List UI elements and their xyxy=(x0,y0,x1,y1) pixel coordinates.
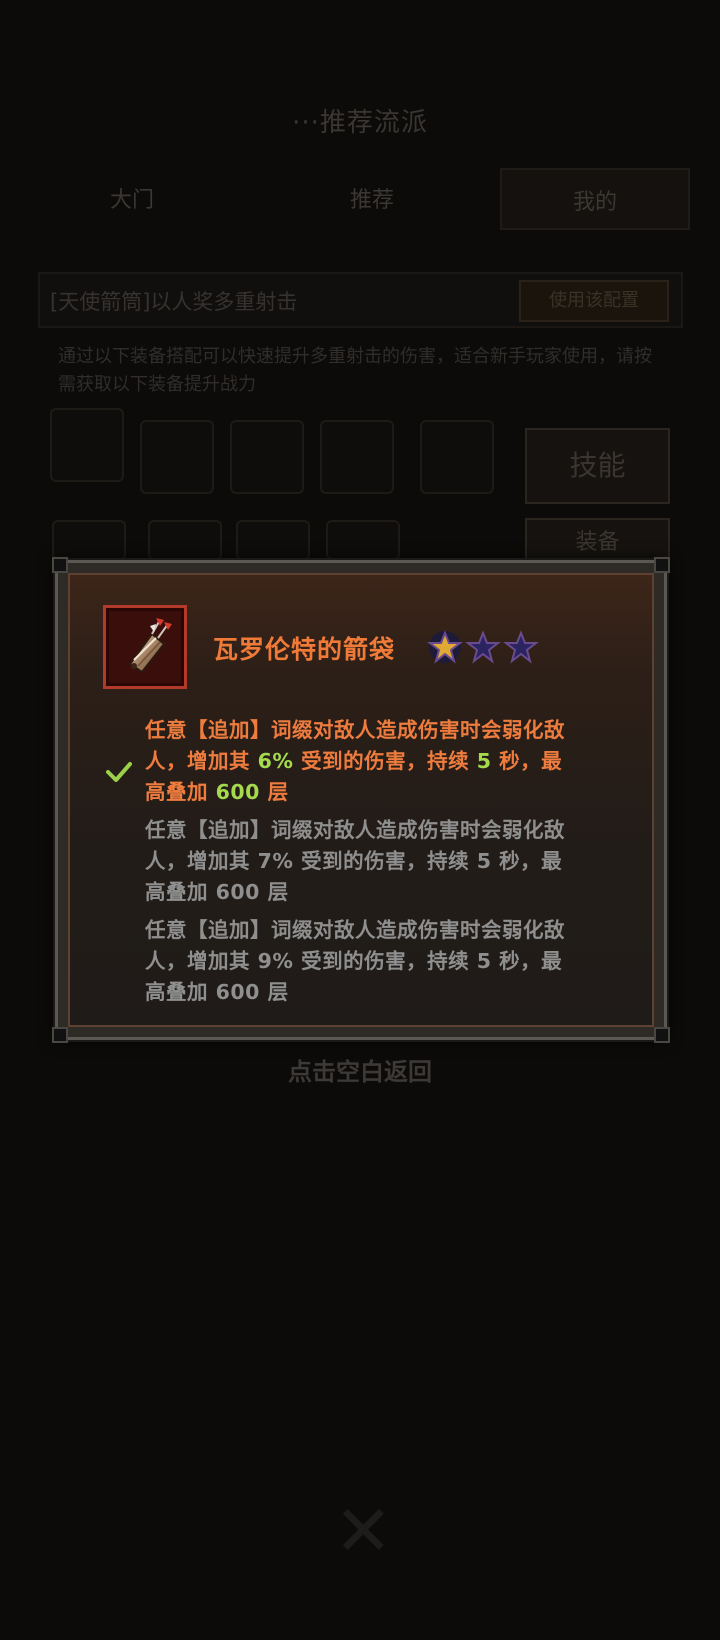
star-empty-icon xyxy=(465,630,501,664)
build-row: [天使箭筒]以人奖多重射击 使用该配置 xyxy=(38,272,683,328)
popup-content: 瓦罗伦特的箭袋 任意【追加】词缀对敌人造成伤害时会弱化敌 人，增加其 6% 受到… xyxy=(68,573,654,1027)
affix-inactive: 任意【追加】词缀对敌人造成伤害时会弱化敌 人，增加其 9% 受到的伤害，持续 5… xyxy=(145,915,625,1008)
tap-blank-to-return-hint[interactable]: 点击空白返回 xyxy=(0,1052,720,1087)
panel-corner xyxy=(52,557,68,573)
equipment-slot[interactable] xyxy=(230,420,304,494)
affix-line: 人，增加其 6% 受到的伤害，持续 5 秒，最 xyxy=(145,749,563,773)
panel-corner xyxy=(52,1027,68,1043)
affix-line: 任意【追加】词缀对敌人造成伤害时会弱化敌 xyxy=(145,918,565,942)
arrow-quiver-icon xyxy=(103,605,187,689)
use-build-button[interactable]: 使用该配置 xyxy=(519,280,669,322)
affix-duration: 5 xyxy=(476,749,492,773)
tab-bar: 大门 推荐 我的 xyxy=(90,168,690,234)
equipment-slot[interactable] xyxy=(420,420,494,494)
star-filled-icon xyxy=(427,630,463,664)
affix-stacks: 600 xyxy=(215,780,260,804)
check-icon xyxy=(106,762,132,782)
affix-line: 人，增加其 7% 受到的伤害，持续 5 秒，最 xyxy=(145,849,563,873)
equipment-slot[interactable] xyxy=(320,420,394,494)
equipment-slot[interactable] xyxy=(52,520,126,560)
affix-line: 任意【追加】词缀对敌人造成伤害时会弱化敌 xyxy=(145,718,565,742)
equipment-slot[interactable] xyxy=(326,520,400,560)
build-description: 通过以下装备搭配可以快速提升多重射击的伤害，适合新手玩家使用，请按需获取以下装备… xyxy=(58,346,652,395)
panel-corner xyxy=(654,1027,670,1043)
affix-line: 高叠加 600 层 xyxy=(145,780,289,804)
page-title: ···推荐流派 xyxy=(292,108,428,138)
star-rating xyxy=(427,629,539,665)
close-icon[interactable]: ✕ xyxy=(334,1490,393,1572)
star-empty-icon xyxy=(503,630,539,664)
item-detail-popup: 瓦罗伦特的箭袋 任意【追加】词缀对敌人造成伤害时会弱化敌 人，增加其 6% 受到… xyxy=(52,557,670,1043)
equipment-slot[interactable] xyxy=(148,520,222,560)
equipment-slot[interactable] xyxy=(50,408,124,482)
skill-button[interactable]: 技能 xyxy=(525,428,670,504)
affix-line: 高叠加 600 层 xyxy=(145,880,289,904)
affix-line: 人，增加其 9% 受到的伤害，持续 5 秒，最 xyxy=(145,949,563,973)
equipment-slot[interactable] xyxy=(140,420,214,494)
affix-inactive: 任意【追加】词缀对敌人造成伤害时会弱化敌 人，增加其 7% 受到的伤害，持续 5… xyxy=(145,815,625,908)
equipment-slot[interactable] xyxy=(236,520,310,560)
affix-line: 高叠加 600 层 xyxy=(145,980,289,1004)
tab-mine[interactable]: 我的 xyxy=(500,168,690,230)
panel-corner xyxy=(654,557,670,573)
tab-recommended[interactable]: 推荐 xyxy=(350,168,394,234)
tab-gate[interactable]: 大门 xyxy=(110,168,154,234)
build-name: [天使箭筒]以人奖多重射击 xyxy=(50,290,298,314)
affix-active: 任意【追加】词缀对敌人造成伤害时会弱化敌 人，增加其 6% 受到的伤害，持续 5… xyxy=(145,715,625,808)
item-name: 瓦罗伦特的箭袋 xyxy=(213,635,396,664)
affix-line: 任意【追加】词缀对敌人造成伤害时会弱化敌 xyxy=(145,818,565,842)
affix-percent: 6% xyxy=(257,749,294,773)
